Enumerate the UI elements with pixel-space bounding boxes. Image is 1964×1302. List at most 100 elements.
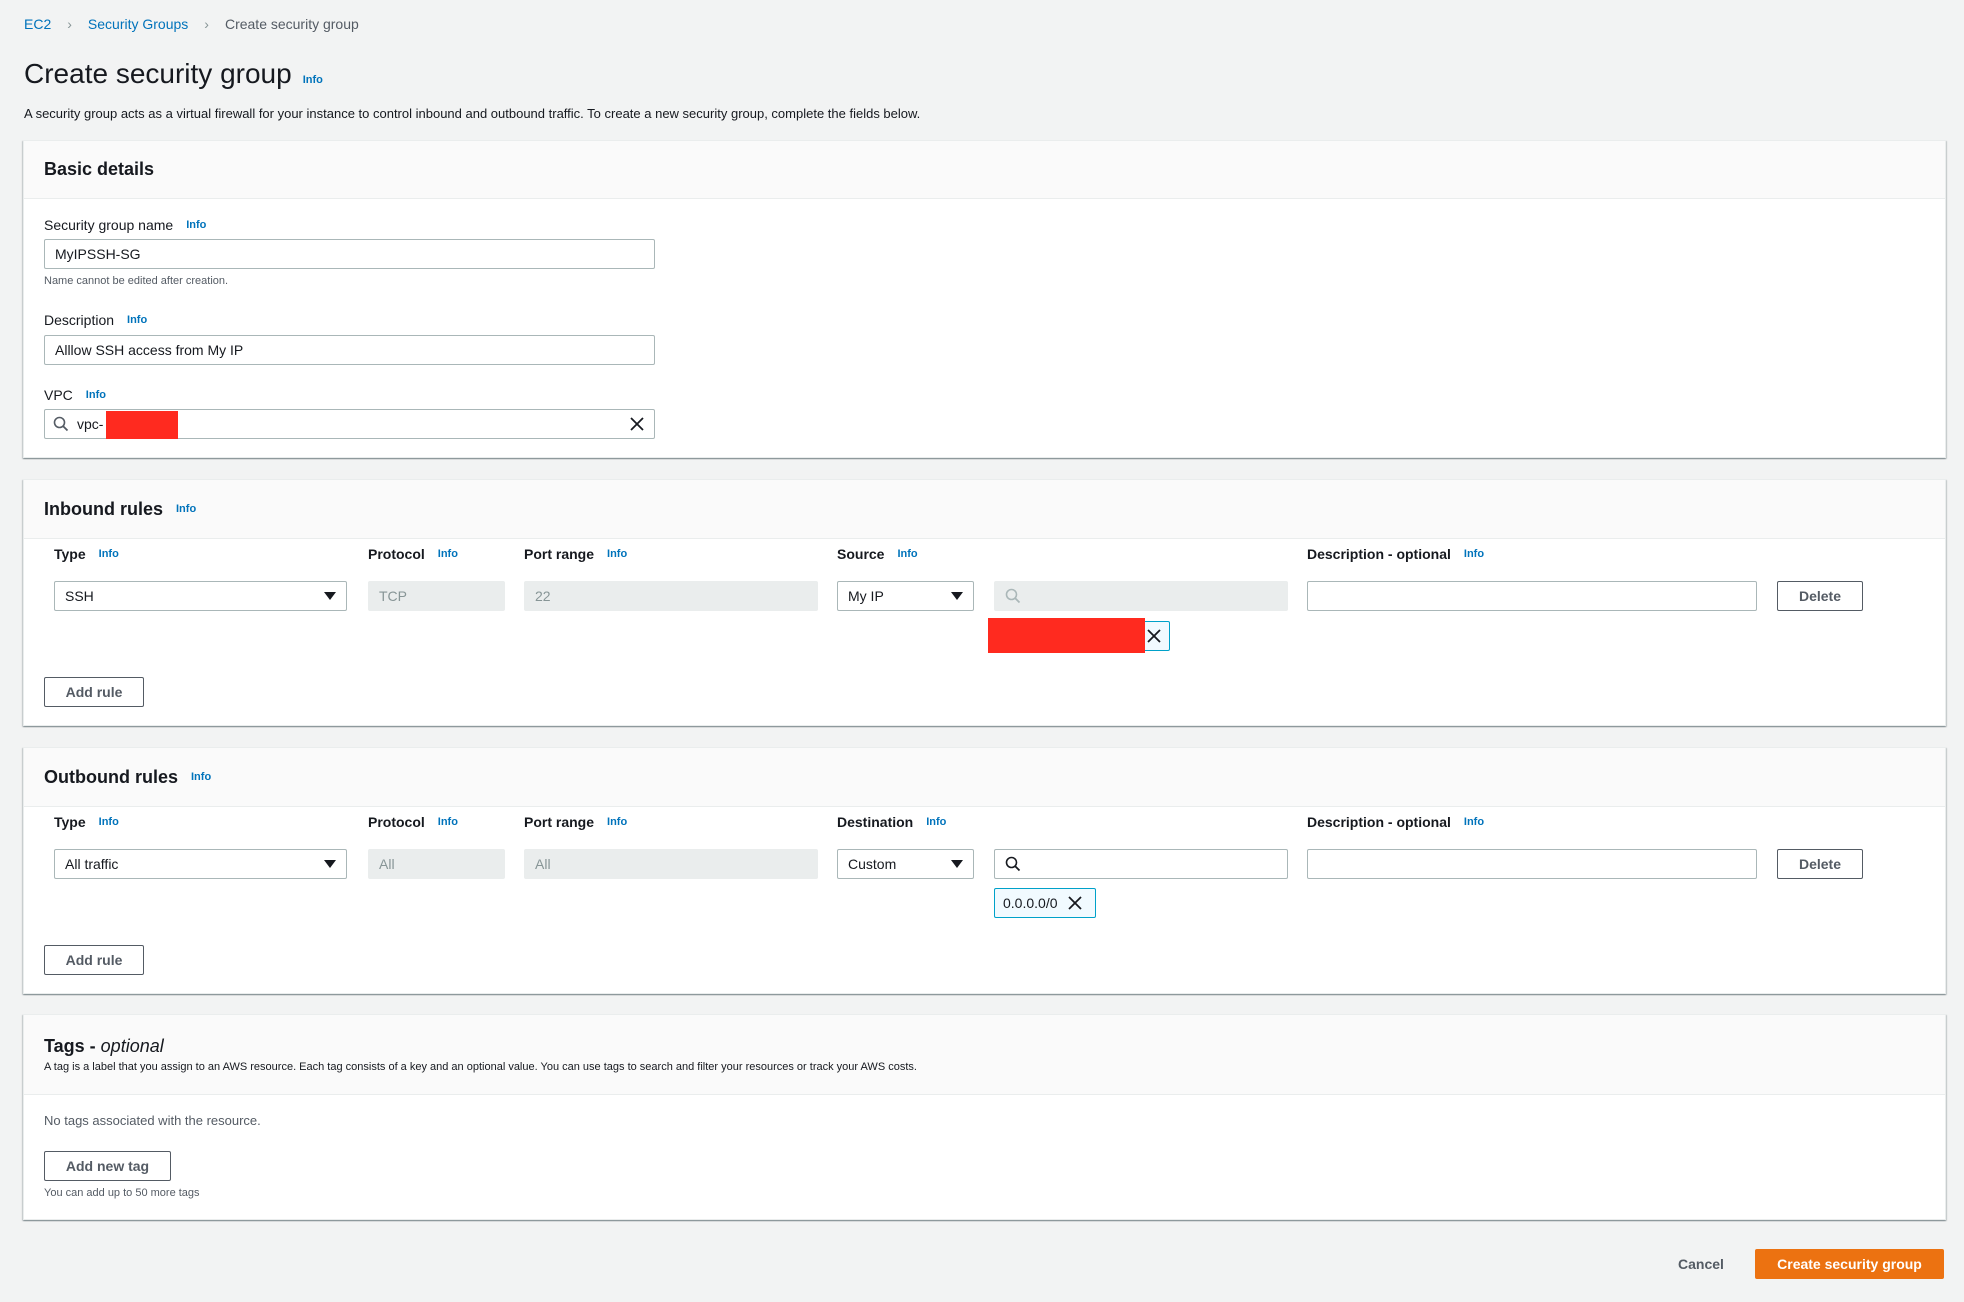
create-security-group-button[interactable]: Create security group bbox=[1755, 1249, 1944, 1279]
outbound-col-destination-text: Destination bbox=[837, 814, 914, 830]
breadcrumb-ec2[interactable]: EC2 bbox=[24, 16, 51, 32]
inbound-type-select[interactable]: SSH bbox=[54, 581, 347, 611]
outbound-col-destination: Destination Info bbox=[837, 814, 946, 830]
inbound-source-value: My IP bbox=[848, 588, 884, 604]
inbound-protocol-info-link[interactable]: Info bbox=[438, 548, 458, 560]
inbound-delete-button[interactable]: Delete bbox=[1777, 581, 1863, 611]
inbound-source-search bbox=[994, 581, 1288, 611]
tags-header: Tags - optional A tag is a label that yo… bbox=[24, 1015, 1945, 1095]
vpc-info-link[interactable]: Info bbox=[86, 389, 106, 401]
redacted-ip bbox=[988, 618, 1145, 653]
search-icon bbox=[1005, 856, 1021, 872]
outbound-type-value: All traffic bbox=[65, 856, 119, 872]
search-icon bbox=[1005, 588, 1021, 604]
breadcrumb-current: Create security group bbox=[224, 16, 359, 32]
inbound-protocol-field: TCP bbox=[368, 581, 505, 611]
inbound-add-rule-button[interactable]: Add rule bbox=[44, 677, 144, 707]
page-title-text: Create security group bbox=[24, 58, 292, 89]
close-icon[interactable] bbox=[1067, 896, 1082, 910]
inbound-col-protocol: Protocol Info bbox=[368, 546, 458, 562]
inbound-col-type-text: Type bbox=[54, 546, 86, 562]
page-description: A security group acts as a virtual firew… bbox=[24, 106, 921, 121]
outbound-destination-info-link[interactable]: Info bbox=[926, 816, 946, 828]
inbound-col-type: Type Info bbox=[54, 546, 119, 562]
outbound-destination-value: Custom bbox=[848, 856, 897, 872]
sg-name-label-text: Security group name bbox=[44, 217, 174, 233]
page-title: Create security group Info bbox=[24, 58, 323, 90]
inbound-col-source-text: Source bbox=[837, 546, 885, 562]
sg-name-hint: Name cannot be edited after creation. bbox=[44, 275, 229, 287]
outbound-col-protocol-text: Protocol bbox=[368, 814, 425, 830]
tags-title-optional: optional bbox=[100, 1036, 164, 1056]
inbound-col-desc: Description - optional Info bbox=[1307, 546, 1484, 562]
outbound-description-input[interactable] bbox=[1307, 849, 1757, 879]
outbound-add-rule-button[interactable]: Add rule bbox=[44, 945, 144, 975]
caret-down-icon bbox=[324, 860, 336, 868]
chevron-right-icon: › bbox=[67, 16, 72, 32]
inbound-desc-info-link[interactable]: Info bbox=[1464, 548, 1484, 560]
tags-title: Tags - optional bbox=[44, 1036, 164, 1057]
inbound-rules-panel: Inbound rules Info Type Info Protocol Info… bbox=[23, 479, 1946, 726]
inbound-port-info-link[interactable]: Info bbox=[607, 548, 627, 560]
page-info-link[interactable]: Info bbox=[303, 74, 323, 86]
outbound-port-info-link[interactable]: Info bbox=[607, 816, 627, 828]
tags-title-text: Tags - bbox=[44, 1036, 101, 1056]
outbound-token-value: 0.0.0.0/0 bbox=[1003, 895, 1058, 911]
basic-details-panel: Basic details Security group name Info M… bbox=[23, 140, 1946, 458]
outbound-rules-title: Outbound rules bbox=[44, 766, 178, 787]
inbound-type-info-link[interactable]: Info bbox=[99, 548, 119, 560]
outbound-type-info-link[interactable]: Info bbox=[99, 816, 119, 828]
tags-empty-text: No tags associated with the resource. bbox=[44, 1113, 261, 1128]
breadcrumb-security-groups[interactable]: Security Groups bbox=[88, 16, 188, 32]
redacted-vpc-id bbox=[106, 411, 178, 439]
description-label-text: Description bbox=[44, 312, 115, 328]
caret-down-icon bbox=[951, 860, 963, 868]
inbound-col-desc-text: Description - optional bbox=[1307, 546, 1451, 562]
sg-name-label: Security group name Info bbox=[44, 217, 206, 233]
description-info-link[interactable]: Info bbox=[127, 314, 147, 326]
close-icon[interactable] bbox=[1147, 629, 1161, 643]
tags-description: A tag is a label that you assign to an A… bbox=[44, 1061, 917, 1073]
outbound-type-select[interactable]: All traffic bbox=[54, 849, 347, 879]
outbound-protocol-info-link[interactable]: Info bbox=[438, 816, 458, 828]
outbound-rules-panel: Outbound rules Info Type Info Protocol Inf… bbox=[23, 747, 1946, 994]
add-new-tag-button[interactable]: Add new tag bbox=[44, 1151, 171, 1181]
tags-limit-hint: You can add up to 50 more tags bbox=[44, 1187, 200, 1199]
inbound-col-source: Source Info bbox=[837, 546, 918, 562]
vpc-label: VPC Info bbox=[44, 387, 106, 403]
outbound-col-type: Type Info bbox=[54, 814, 119, 830]
inbound-col-port-text: Port range bbox=[524, 546, 595, 562]
basic-details-header: Basic details bbox=[24, 141, 1945, 199]
clear-icon[interactable] bbox=[630, 417, 644, 431]
inbound-col-port: Port range Info bbox=[524, 546, 627, 562]
inbound-type-value: SSH bbox=[65, 588, 94, 604]
outbound-info-link[interactable]: Info bbox=[191, 771, 211, 783]
search-icon bbox=[53, 416, 69, 432]
inbound-rules-title: Inbound rules bbox=[44, 498, 163, 519]
vpc-value: vpc- bbox=[77, 416, 104, 432]
breadcrumb: EC2 › Security Groups › Create security … bbox=[24, 16, 359, 32]
description-input[interactable]: Alllow SSH access from My IP bbox=[44, 335, 655, 365]
outbound-destination-token: 0.0.0.0/0 bbox=[994, 888, 1096, 918]
inbound-rules-header: Inbound rules Info bbox=[24, 480, 1945, 539]
outbound-destination-select[interactable]: Custom bbox=[837, 849, 974, 879]
inbound-col-protocol-text: Protocol bbox=[368, 546, 425, 562]
inbound-info-link[interactable]: Info bbox=[176, 503, 196, 515]
inbound-source-select[interactable]: My IP bbox=[837, 581, 974, 611]
cancel-button[interactable]: Cancel bbox=[1660, 1249, 1742, 1279]
tags-panel: Tags - optional A tag is a label that yo… bbox=[23, 1014, 1946, 1220]
inbound-description-input[interactable] bbox=[1307, 581, 1757, 611]
inbound-source-info-link[interactable]: Info bbox=[897, 548, 917, 560]
sg-name-input[interactable]: MyIPSSH-SG bbox=[44, 239, 655, 269]
outbound-col-desc-text: Description - optional bbox=[1307, 814, 1451, 830]
inbound-port-field: 22 bbox=[524, 581, 818, 611]
sg-name-info-link[interactable]: Info bbox=[186, 219, 206, 231]
outbound-col-protocol: Protocol Info bbox=[368, 814, 458, 830]
outbound-destination-search[interactable] bbox=[994, 849, 1288, 879]
description-label: Description Info bbox=[44, 312, 147, 328]
outbound-delete-button[interactable]: Delete bbox=[1777, 849, 1863, 879]
outbound-desc-info-link[interactable]: Info bbox=[1464, 816, 1484, 828]
outbound-col-type-text: Type bbox=[54, 814, 86, 830]
outbound-col-port: Port range Info bbox=[524, 814, 627, 830]
caret-down-icon bbox=[951, 592, 963, 600]
